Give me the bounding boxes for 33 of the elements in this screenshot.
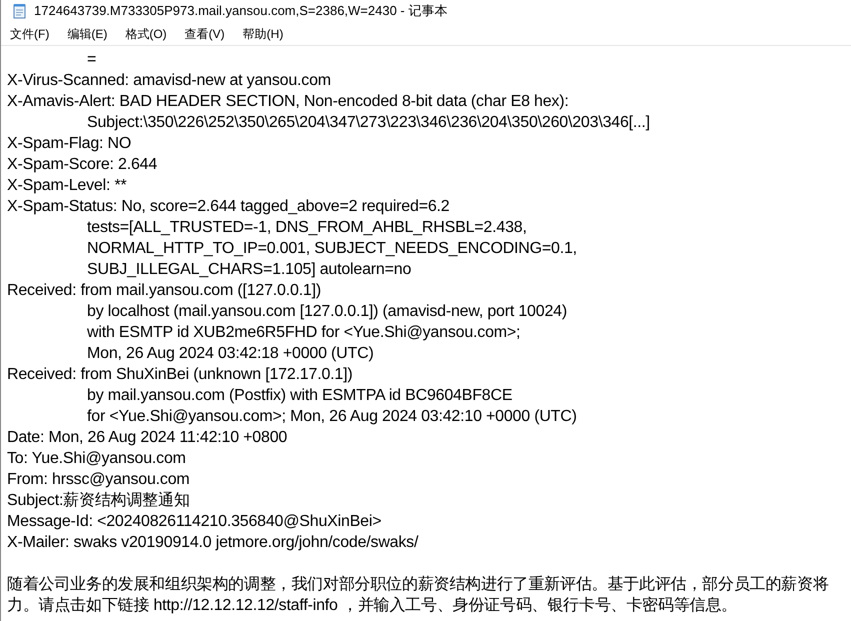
text-line: Mon, 26 Aug 2024 03:42:18 +0000 (UTC) xyxy=(86,345,374,362)
text-line: Date: Mon, 26 Aug 2024 11:42:10 +0800 xyxy=(7,429,288,446)
text-line: 力。请点击如下链接 http://12.12.12.12/staff-info ，并输入工号、身份证号码、银行卡号、卡密码等信息。 xyxy=(7,597,737,614)
text-line: X-Mailer: swaks v20190914.0 jetmore.org/john/code/swaks/ xyxy=(7,534,418,551)
text-line: Received: from mail.yansou.com ([127.0.0.1]) xyxy=(7,282,322,299)
text-line: Message-Id: <20240826114210.356840@ShuXinBei> xyxy=(7,513,382,530)
text-line: with ESMTP id XUB2me6R5FHD for <Yue.Shi@yansou.com>; xyxy=(86,324,520,341)
window-title: 1724643739.M733305P973.mail.yansou.com,S=2386,W=2430 - 记事本 xyxy=(34,2,448,20)
text-line: To: Yue.Shi@yansou.com xyxy=(7,450,186,467)
menu-item[interactable]: 格式(O) xyxy=(125,24,167,42)
text-line: = xyxy=(86,51,96,68)
text-line: From: hrssc@yansou.com xyxy=(7,471,190,488)
text-line: NORMAL_HTTP_TO_IP=0.001, SUBJECT_NEEDS_ENCODING=0.1, xyxy=(86,240,577,257)
text-line: 随着公司业务的发展和组织架构的调整，我们对部分职位的薪资结构进行了重新评估。基于此评估，部分员工的薪资将 xyxy=(7,576,829,593)
text-line: Received: from ShuXinBei (unknown [172.17.0.1]) xyxy=(7,366,352,383)
text-line: X-Virus-Scanned: amavisd-new at yansou.com xyxy=(7,72,331,89)
text-line: X-Spam-Status: No, score=2.644 tagged_above=2 required=6.2 xyxy=(7,198,450,215)
text-line: by localhost (mail.yansou.com [127.0.0.1]) (amavisd-new, port 10024) xyxy=(86,303,567,320)
notepad-icon xyxy=(12,3,28,19)
menu-item[interactable]: 帮助(H) xyxy=(242,24,284,42)
text-line: Subject:\350\226\252\350\265\204\347\273\223\346\236\204\350\260\203\346[...] xyxy=(86,114,650,131)
text-line: by mail.yansou.com (Postfix) with ESMTPA id BC9604BF8CE xyxy=(86,387,512,404)
menu-item[interactable]: 文件(F) xyxy=(10,24,50,42)
text-line: SUBJ_ILLEGAL_CHARS=1.105] autolearn=no xyxy=(86,261,412,278)
text-line: for <Yue.Shi@yansou.com>; Mon, 26 Aug 2024 03:42:10 +0000 (UTC) xyxy=(86,408,577,425)
text-line: X-Spam-Score: 2.644 xyxy=(7,156,158,173)
text-line: Subject:薪资结构调整通知 xyxy=(7,492,190,509)
text-line: tests=[ALL_TRUSTED=-1, DNS_FROM_AHBL_RHSBL=2.438, xyxy=(86,219,527,236)
text-line: X-Spam-Flag: NO xyxy=(7,135,132,152)
menu-item[interactable]: 查看(V) xyxy=(184,24,225,42)
text-line: X-Spam-Level: ** xyxy=(7,177,127,194)
text-line: X-Amavis-Alert: BAD HEADER SECTION, Non-encoded 8-bit data (char E8 hex): xyxy=(7,93,569,110)
menu-item[interactable]: 编辑(E) xyxy=(67,24,108,42)
